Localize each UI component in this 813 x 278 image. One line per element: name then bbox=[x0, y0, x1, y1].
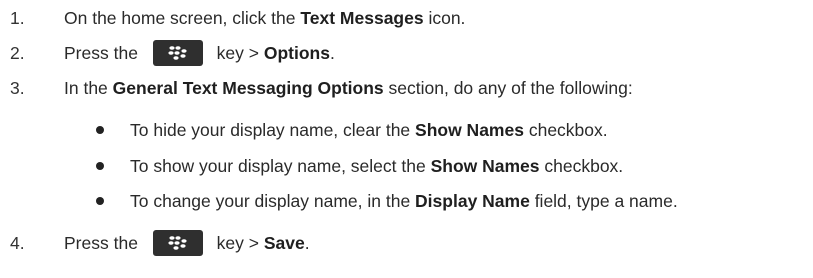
step-text-mid: key > bbox=[211, 42, 264, 63]
step-text: Press the key > Save . bbox=[64, 230, 310, 256]
bullet-icon bbox=[96, 162, 104, 170]
instruction-list: 1. On the home screen, click the Text Me… bbox=[0, 0, 813, 278]
bullet-text-pre: To hide your display name, clear the bbox=[130, 119, 416, 140]
step-text: In the General Text Messaging Options se… bbox=[64, 78, 633, 99]
bullet-text-bold: Show Names bbox=[415, 119, 524, 140]
step-number: 2. bbox=[10, 42, 25, 63]
step-text-pre: In the bbox=[64, 77, 113, 98]
step-text-post: . bbox=[304, 232, 310, 253]
bullet-text: To show your display name, select the Sh… bbox=[130, 156, 623, 177]
bullet-text-pre: To show your display name, select the bbox=[130, 155, 431, 176]
step-text-pre: On the home screen, click the bbox=[64, 7, 301, 28]
step-number: 3. bbox=[10, 77, 25, 98]
blackberry-menu-key-icon bbox=[152, 230, 203, 256]
step-text-mid: key > bbox=[211, 232, 264, 253]
step-text: Press the key > Options . bbox=[64, 40, 335, 66]
step-text-post: . bbox=[329, 42, 335, 63]
step-text-post: icon. bbox=[423, 7, 466, 28]
bullet-item-3: To change your display name, in the Disp… bbox=[0, 186, 813, 216]
step-text-bold: General Text Messaging Options bbox=[112, 77, 384, 98]
step-text-pre: Press the bbox=[64, 42, 143, 63]
step-text-bold: Options bbox=[263, 42, 330, 63]
step-text-bold: Text Messages bbox=[300, 7, 424, 28]
bullet-text-bold: Show Names bbox=[430, 155, 540, 176]
step-number: 4. bbox=[10, 232, 25, 253]
step-text-bold: Save bbox=[263, 232, 305, 253]
step-text: On the home screen, click the Text Messa… bbox=[64, 8, 465, 29]
step-text-post: section, do any of the following: bbox=[383, 77, 633, 98]
bullet-icon bbox=[96, 197, 104, 205]
bullet-text-bold: Display Name bbox=[415, 190, 530, 211]
bullet-text: To hide your display name, clear the Sho… bbox=[130, 120, 608, 141]
bullet-text-pre: To change your display name, in the bbox=[130, 190, 416, 211]
bullet-text-post: checkbox. bbox=[523, 119, 608, 140]
step-number: 1. bbox=[10, 7, 25, 28]
bullet-item-1: To hide your display name, clear the Sho… bbox=[0, 115, 813, 145]
blackberry-menu-key-icon bbox=[152, 40, 203, 66]
bullet-text: To change your display name, in the Disp… bbox=[130, 191, 678, 212]
bullet-item-2: To show your display name, select the Sh… bbox=[0, 151, 813, 181]
bullet-text-post: field, type a name. bbox=[529, 190, 678, 211]
bullet-text-post: checkbox. bbox=[539, 155, 624, 176]
bullet-icon bbox=[96, 126, 104, 134]
step-text-pre: Press the bbox=[64, 232, 143, 253]
